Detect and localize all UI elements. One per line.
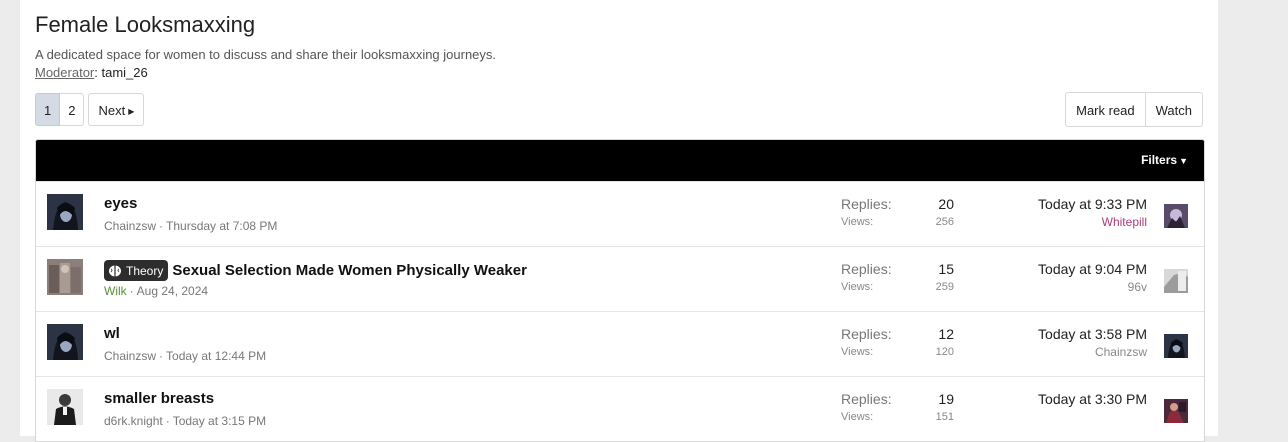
thread-start-date[interactable]: Thursday at 7:08 PM [166,219,277,233]
watch-button[interactable]: Watch [1145,92,1203,127]
views-label: Views: [841,281,874,293]
thread-list: Filters ▼ eyes Chainzsw · Thursday at 7:08 … [35,139,1205,442]
thread-title-line: wl [104,325,120,342]
meta-separator: · [159,349,164,363]
thread-row[interactable]: wl Chainzsw · Today at 12:44 PM Replies: 12… [36,311,1204,376]
last-post: Today at 3:30 PM [1038,391,1147,410]
replies-label: Replies: [841,391,892,407]
last-post: Today at 3:58 PM Chainzsw [1038,326,1147,359]
author-avatar[interactable] [47,194,83,230]
thread-title[interactable]: Sexual Selection Made Women Physically W… [172,262,527,279]
thread-title[interactable]: smaller breasts [104,390,214,407]
thread-stats: Replies: 12 Views: 120 [841,326,954,358]
moderator-label[interactable]: Moderator [35,65,94,80]
thread-author[interactable]: Wilk [104,284,127,298]
last-post-user[interactable]: Whitepill [1038,215,1147,229]
views-count: 259 [935,281,954,293]
thread-start-date[interactable]: Aug 24, 2024 [137,284,208,298]
replies-label: Replies: [841,326,892,342]
views-label: Views: [841,411,874,423]
moderator-separator: : [94,65,98,80]
thread-title[interactable]: eyes [104,195,137,212]
views-label: Views: [841,216,874,228]
author-avatar[interactable] [47,259,83,295]
meta-separator: · [129,284,134,298]
thread-title-line: eyes [104,195,137,212]
last-poster-avatar[interactable] [1164,269,1188,293]
next-label: Next [98,103,126,118]
thread-meta: Chainzsw · Today at 12:44 PM [104,349,266,363]
thread-row[interactable]: eyes Chainzsw · Thursday at 7:08 PM Replie… [36,181,1204,246]
pagination: 1 2 Next ▶ [35,93,145,126]
page-title: Female Looksmaxxing [35,12,256,37]
thread-stats: Replies: 20 Views: 256 [841,196,954,228]
page-description: A dedicated space for women to discuss a… [35,47,497,62]
next-page-button[interactable]: Next ▶ [88,93,145,126]
views-label: Views: [841,346,874,358]
page-1-button[interactable]: 1 [35,93,61,126]
replies-count: 20 [938,196,954,212]
thread-meta: Chainzsw · Thursday at 7:08 PM [104,219,277,233]
thread-author[interactable]: Chainzsw [104,349,156,363]
thread-title-line: smaller breasts [104,390,214,407]
thread-title[interactable]: wl [104,325,120,342]
last-post-time[interactable]: Today at 3:30 PM [1038,391,1147,407]
thread-author[interactable]: d6rk.knight [104,414,163,428]
last-poster-avatar[interactable] [1164,399,1188,423]
replies-label: Replies: [841,196,892,212]
filters-button[interactable]: Filters ▼ [1141,140,1188,182]
thread-row[interactable]: Theory Sexual Selection Made Women Physi… [36,246,1204,311]
thread-start-date[interactable]: Today at 12:44 PM [166,349,266,363]
last-post-user[interactable]: 96v [1038,280,1147,294]
views-count: 151 [935,411,954,423]
meta-separator: · [159,219,164,233]
thread-author[interactable]: Chainzsw [104,219,156,233]
main-content: Female Looksmaxxing A dedicated space fo… [20,0,1218,442]
replies-label: Replies: [841,261,892,277]
last-post-time[interactable]: Today at 3:58 PM [1038,326,1147,342]
thread-meta: Wilk · Aug 24, 2024 [104,284,208,298]
last-post-user[interactable]: Chainzsw [1038,345,1147,359]
author-avatar[interactable] [47,324,83,360]
thread-stats: Replies: 19 Views: 151 [841,391,954,423]
forum-actions: Mark read Watch [1065,92,1203,127]
thread-prefix-label: Theory [126,263,164,278]
meta-separator: · [165,414,170,428]
thread-start-date[interactable]: Today at 3:15 PM [173,414,266,428]
replies-count: 15 [938,261,954,277]
page-2-button[interactable]: 2 [60,93,85,126]
replies-count: 12 [938,326,954,342]
views-count: 256 [935,216,954,228]
caret-right-icon: ▶ [128,107,135,116]
moderator-name[interactable]: tami_26 [102,65,148,80]
filters-label: Filters [1141,153,1178,167]
thread-meta: d6rk.knight · Today at 3:15 PM [104,414,266,428]
thread-stats: Replies: 15 Views: 259 [841,261,954,293]
thread-title-line: Theory Sexual Selection Made Women Physi… [104,260,527,281]
last-post-time[interactable]: Today at 9:33 PM [1038,196,1147,212]
last-poster-avatar[interactable] [1164,334,1188,358]
thread-prefix[interactable]: Theory [104,260,169,281]
caret-down-icon: ▼ [1179,156,1188,166]
last-poster-avatar[interactable] [1164,204,1188,228]
thread-row[interactable]: smaller breasts d6rk.knight · Today at 3:1… [36,376,1204,441]
replies-count: 19 [938,391,954,407]
last-post: Today at 9:04 PM 96v [1038,261,1147,294]
last-post: Today at 9:33 PM Whitepill [1038,196,1147,229]
moderator-line: Moderator: tami_26 [35,65,148,80]
brain-icon [109,265,121,276]
views-count: 120 [935,346,954,358]
last-post-time[interactable]: Today at 9:04 PM [1038,261,1147,277]
mark-read-button[interactable]: Mark read [1065,92,1146,127]
author-avatar[interactable] [47,389,83,425]
thread-list-header: Filters ▼ [36,140,1204,181]
